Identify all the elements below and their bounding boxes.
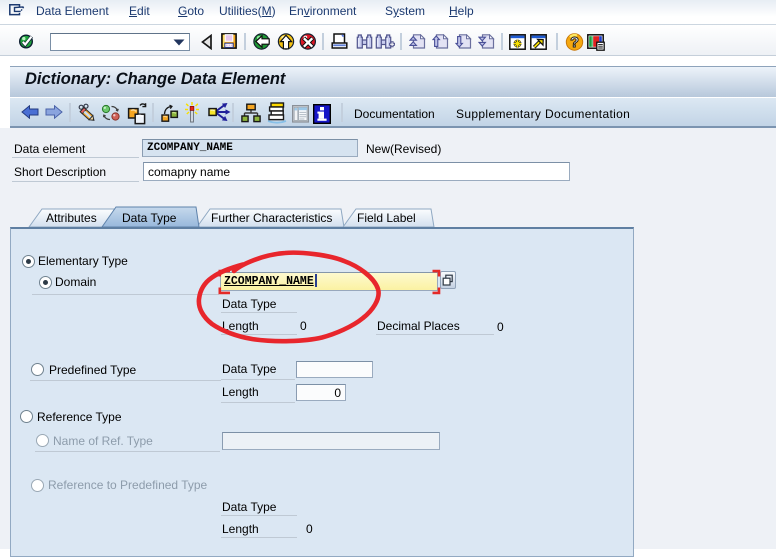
svg-text:Field Label: Field Label: [357, 211, 416, 225]
svg-text:Further Characteristics: Further Characteristics: [211, 211, 332, 225]
svg-text:?: ?: [570, 35, 579, 51]
svg-text:Data Type: Data Type: [122, 211, 177, 225]
svg-text:Attributes: Attributes: [46, 211, 97, 225]
